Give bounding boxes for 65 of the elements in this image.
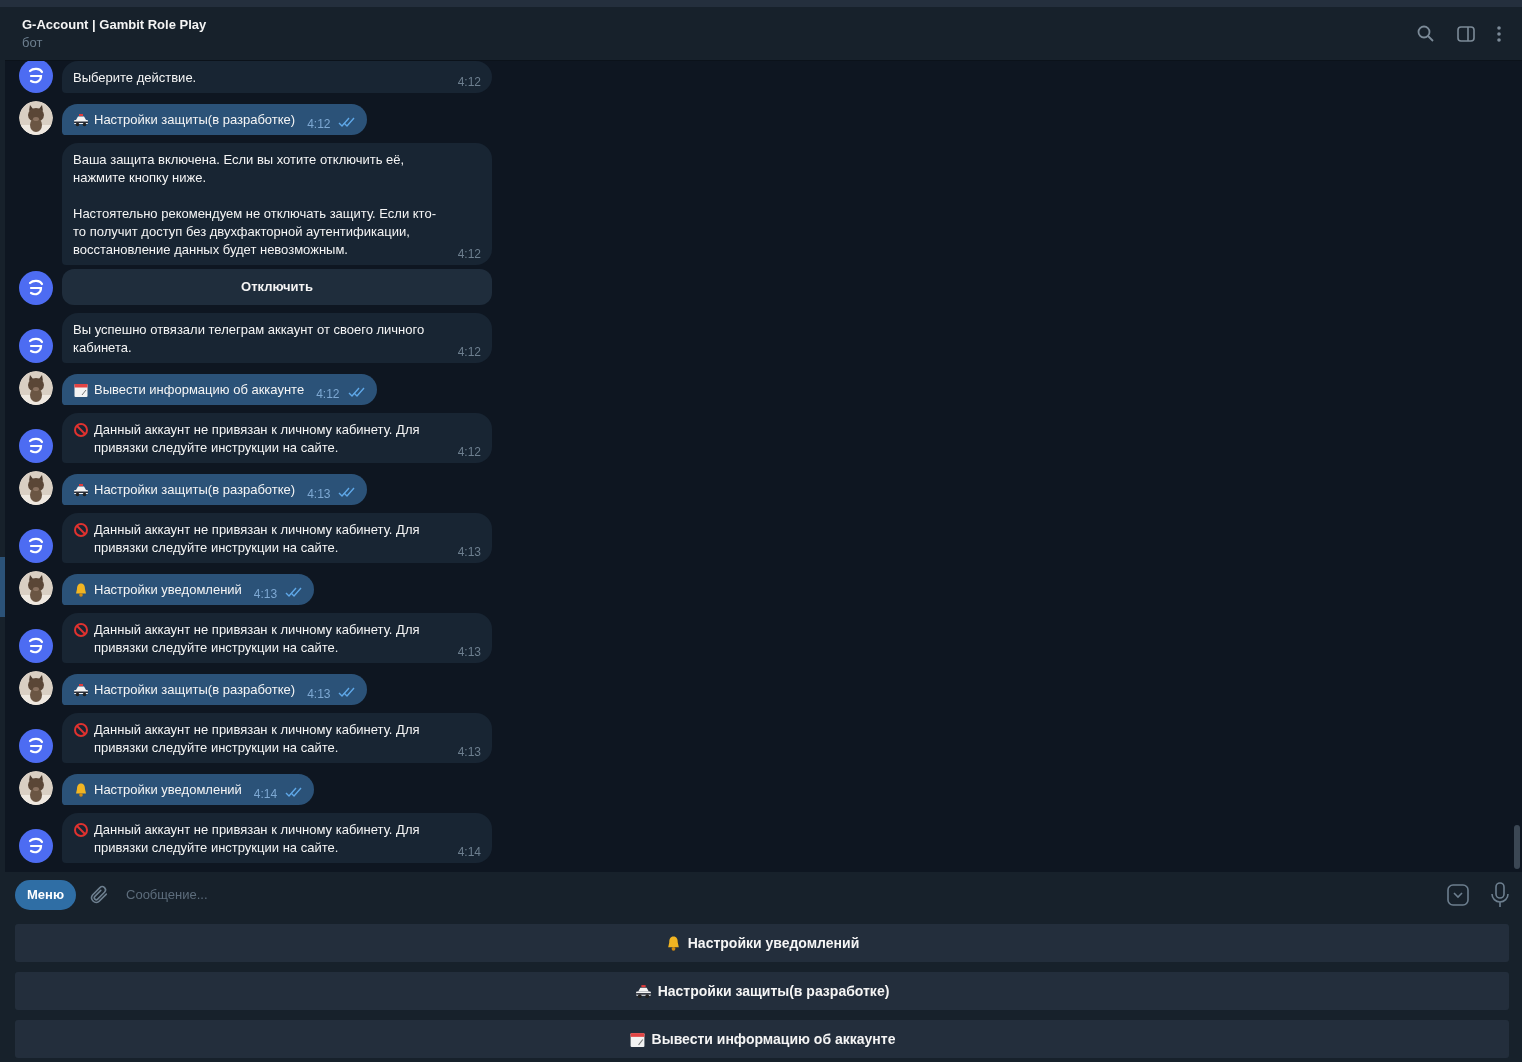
- bot-avatar-icon: [19, 429, 53, 463]
- police-car-icon: [73, 682, 89, 698]
- message-time: 4:12: [457, 247, 481, 261]
- sidebar-toggle-icon[interactable]: [1456, 23, 1476, 44]
- bot-avatar-icon: [19, 629, 53, 663]
- police-car-icon: [73, 112, 89, 128]
- message-text: Настройки защиты(в разработке): [94, 481, 296, 499]
- message-text: Настройки защиты(в разработке): [94, 111, 296, 129]
- calendar-icon: [73, 382, 89, 398]
- bot-avatar-icon: [19, 271, 53, 305]
- bot-avatar-icon: [19, 829, 53, 863]
- keyboard-button[interactable]: Настройки уведомлений: [15, 924, 1509, 962]
- message-text: Данный аккаунт не привязан к личному кабинету. Для привязки следуйте инструкции на сайте.: [94, 621, 421, 657]
- search-icon[interactable]: [1416, 23, 1436, 44]
- more-icon[interactable]: [1496, 23, 1502, 44]
- message-time: 4:13: [253, 587, 278, 601]
- message-time: 4:14: [457, 845, 481, 859]
- paperclip-icon[interactable]: [88, 884, 110, 906]
- message-text: Данный аккаунт не привязан к личному кабинету. Для привязки следуйте инструкции на сайте.: [94, 821, 421, 857]
- menu-button[interactable]: Меню: [15, 880, 76, 910]
- keyboard-button[interactable]: Вывести информацию об аккаунте: [15, 1020, 1509, 1058]
- message-text: Данный аккаунт не привязан к личному кабинету. Для привязки следуйте инструкции на сайте.: [94, 521, 421, 557]
- message-time: 4:13: [457, 545, 481, 559]
- message-text: Ваша защита включена. Если вы хотите отключить её, нажмите кнопку ниже. Настоятельно рекомендуем не отключать защиту. Если кто-то получит доступ без двухфакторной аутентификации, восстановление данных будет невозможным.: [73, 151, 437, 259]
- selected-chat-indicator: [0, 557, 5, 617]
- inline-button[interactable]: Отключить: [62, 269, 492, 305]
- bell-icon: [73, 582, 89, 598]
- prohibited-icon: [73, 422, 89, 438]
- message-time: 4:13: [457, 645, 481, 659]
- message-text: Настройки уведомлений: [94, 781, 242, 799]
- message-time: 4:12: [307, 117, 331, 131]
- keyboard-button[interactable]: Настройки защиты(в разработке): [15, 972, 1509, 1010]
- message-text: Настройки уведомлений: [94, 581, 242, 599]
- message-time: 4:13: [307, 687, 331, 701]
- bot-avatar-icon: [19, 61, 53, 93]
- message-time: 4:12: [457, 75, 481, 89]
- police-car-icon: [634, 982, 652, 1000]
- prohibited-icon: [73, 722, 89, 738]
- police-car-icon: [73, 482, 89, 498]
- message-text: Настройки защиты(в разработке): [94, 681, 296, 699]
- message-text: Вывести информацию об аккаунте: [94, 381, 305, 399]
- bell-icon: [73, 782, 89, 798]
- message-time: 4:12: [457, 445, 481, 459]
- prohibited-icon: [73, 622, 89, 638]
- message-text: Вы успешно отвязали телеграм аккаунт от своего личного кабинета.: [73, 321, 426, 357]
- chat-subtitle: бот: [22, 33, 44, 52]
- chat-title: G-Account | Gambit Role Play: [22, 15, 208, 34]
- message-time: 4:13: [457, 745, 481, 759]
- keyboard-toggle-icon[interactable]: [1446, 883, 1470, 907]
- microphone-icon[interactable]: [1490, 882, 1510, 908]
- message-text: Данный аккаунт не привязан к личному кабинету. Для привязки следуйте инструкции на сайте.: [94, 421, 421, 457]
- bot-avatar-icon: [19, 729, 53, 763]
- message-time: 4:13: [307, 487, 331, 501]
- prohibited-icon: [73, 822, 89, 838]
- message-time: 4:12: [316, 387, 340, 401]
- prohibited-icon: [73, 522, 89, 538]
- message-text: Выберите действие.: [73, 69, 197, 87]
- calendar-icon: [628, 1030, 646, 1048]
- bot-avatar-icon: [19, 329, 53, 363]
- message-input[interactable]: Сообщение...: [126, 885, 1446, 905]
- message-time: 4:12: [457, 345, 481, 359]
- message-time: 4:14: [253, 787, 278, 801]
- bot-avatar-icon: [19, 529, 53, 563]
- scrollbar-thumb[interactable]: [1514, 825, 1520, 869]
- message-text: Данный аккаунт не привязан к личному кабинету. Для привязки следуйте инструкции на сайте.: [94, 721, 421, 757]
